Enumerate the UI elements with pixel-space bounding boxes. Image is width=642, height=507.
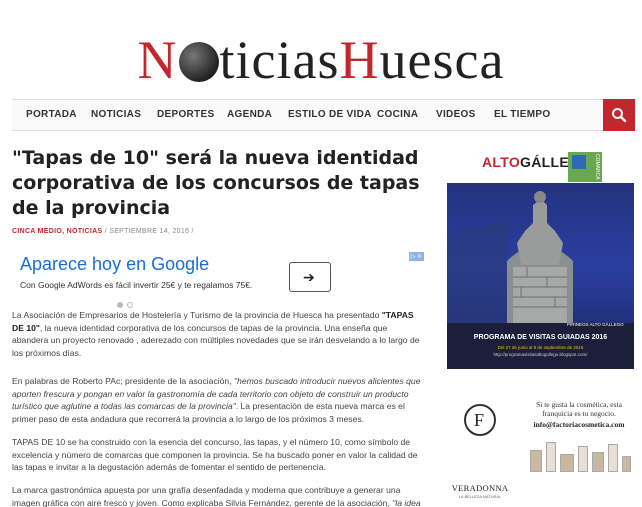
category-link-noticias[interactable]: NOTICIAS — [67, 228, 103, 235]
ad-title[interactable]: Aparece hoy en Google — [20, 254, 209, 275]
factoria-email[interactable]: info@factoriacosmetica.com — [524, 420, 634, 429]
main-nav: PORTADA NOTICIAS DEPORTES AGENDA ESTILO … — [12, 99, 635, 131]
search-button[interactable] — [603, 99, 635, 131]
ad-arrow-button[interactable]: ➔ — [289, 262, 331, 292]
program-url[interactable]: http://programavisitasaltogallego.blogsp… — [447, 352, 634, 357]
comarca-badge: COMARCA — [568, 152, 602, 182]
cosmetic-products-image — [526, 432, 632, 472]
mountain-icon — [572, 155, 586, 169]
site-logo[interactable]: NticiasHuesca — [0, 30, 642, 90]
nav-item-el-tiempo[interactable]: EL TIEMPO — [494, 100, 550, 130]
chimney-banner[interactable]: PIRINEOS ALTO GÁLLEGO PROGRAMA DE VISITA… — [447, 183, 634, 369]
veradonna-ad[interactable]: F VERADONNA LA BELLEZA NATURAL — [447, 395, 513, 505]
chimney-image — [447, 191, 634, 369]
alto-text: ALTO — [482, 154, 521, 170]
ad-dot-1[interactable] — [117, 302, 123, 308]
nav-item-noticias[interactable]: NOTICIAS — [91, 100, 141, 130]
nav-item-agenda[interactable]: AGENDA — [227, 100, 272, 130]
pirineos-text: PIRINEOS ALTO GÁLLEGO — [567, 322, 624, 327]
meta-separator-end: / — [191, 228, 194, 235]
arrow-right-icon: ➔ — [303, 269, 315, 285]
veradonna-tagline: LA BELLEZA NATURAL — [458, 494, 502, 499]
article-paragraph-1: La Asociación de Empresarios de Hosteler… — [12, 309, 422, 359]
veradonna-emblem-icon: F — [464, 404, 496, 436]
factoria-cosmetica-ad[interactable]: Si te gusta la cosmética, esta franquici… — [524, 400, 634, 472]
article-date: SEPTIEMBRE 14, 2016 — [109, 228, 190, 235]
ad-text: Con Google AdWords es fácil invertir 25€… — [20, 280, 253, 290]
logo-letter-h: H — [339, 30, 380, 90]
veradonna-name: VERADONNA — [451, 483, 509, 493]
google-ad[interactable]: Aparece hoy en Google Con Google AdWords… — [12, 250, 424, 306]
para2-text-a: En palabras de Roberto PAc; presidente d… — [12, 376, 234, 386]
logo-letter-n: N — [137, 30, 178, 90]
logo-uesca: uesca — [379, 30, 505, 90]
factoria-text: Si te gusta la cosmética, esta franquici… — [536, 400, 622, 418]
article-paragraph-3: TAPAS DE 10 se ha construido con la esen… — [12, 437, 418, 472]
comarca-text: COMARCA — [594, 154, 600, 180]
program-dates: Del 27 de junio al 8 de septiembre de 20… — [497, 345, 584, 350]
nav-item-videos[interactable]: VIDEOS — [436, 100, 476, 130]
nav-item-estilo-de-vida[interactable]: ESTILO DE VIDA — [288, 100, 372, 130]
ad-dot-2[interactable] — [127, 302, 133, 308]
emblem-letter: F — [474, 410, 485, 430]
article-meta: CINCA MEDIO, NOTICIAS / SEPTIEMBRE 14, 2… — [12, 228, 194, 235]
logo-ticias: ticias — [219, 30, 340, 90]
ad-choices-icon[interactable]: ▷ ✕ — [408, 252, 424, 261]
nav-item-cocina[interactable]: COCINA — [377, 100, 418, 130]
para4-quote: "la idea — [392, 497, 421, 507]
article-title: "Tapas de 10" será la nueva identidad co… — [12, 147, 420, 219]
nav-item-deportes[interactable]: DEPORTES — [157, 100, 214, 130]
para1-text-a: La Asociación de Empresarios de Hosteler… — [12, 310, 382, 320]
category-link-cinca-medio[interactable]: CINCA MEDIO — [12, 228, 62, 235]
para1-text-c: , la nueva identidad corporativa de los … — [12, 322, 420, 358]
para4-text-a: La marca gastronómica apuesta por una gr… — [12, 485, 401, 507]
search-icon — [612, 108, 627, 123]
globe-icon — [178, 42, 219, 82]
nav-item-portada[interactable]: PORTADA — [26, 100, 77, 130]
article-paragraph-4: La marca gastronómica apuesta por una gr… — [12, 484, 422, 507]
article-paragraph-2: En palabras de Roberto PAc; presidente d… — [12, 375, 422, 425]
program-title: PROGRAMA DE VISITAS GUIADAS 2016 — [473, 334, 608, 341]
